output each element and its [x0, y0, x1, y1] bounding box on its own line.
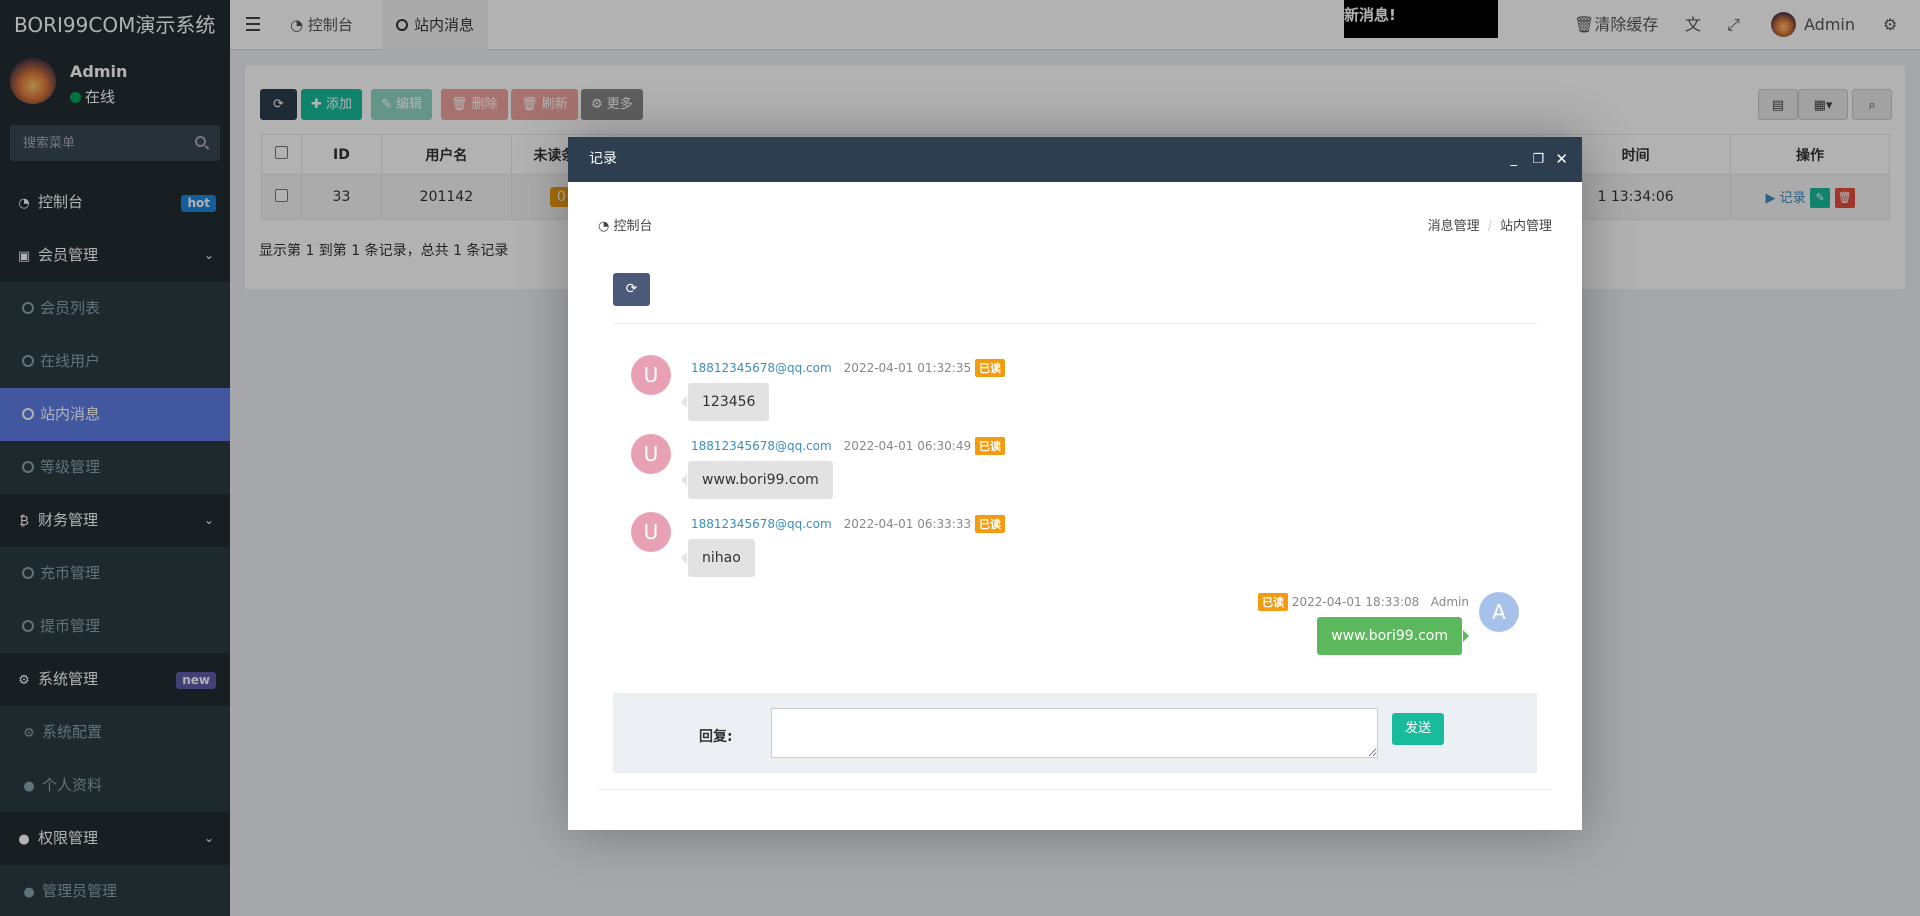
message-meta: 已读 2022-04-01 18:33:08 Admin [1258, 593, 1469, 611]
send-button[interactable]: 发送 [1392, 713, 1444, 745]
message-time: 2022-04-01 01:32:35 [843, 361, 972, 375]
read-badge: 已读 [974, 515, 1005, 533]
record-modal: 记录 _ ❐ ✕ ◔ 控制台 消息管理 / 站内管理 ⟳ U 18812345678… [568, 137, 1582, 830]
sender-name: Admin [1430, 595, 1469, 609]
message-time: 2022-04-01 18:33:08 [1291, 595, 1420, 609]
breadcrumb-separator: / [1487, 219, 1492, 234]
reply-label: 回复: [699, 729, 733, 745]
breadcrumb-home[interactable]: ◔ 控制台 [598, 215, 653, 234]
message-bubble: www.bori99.com [1317, 617, 1469, 655]
maximize-icon[interactable]: ❐ [1532, 137, 1544, 182]
message-meta: 18812345678@qq.com 2022-04-01 01:32:35 已读 [691, 359, 1005, 377]
modal-title: 记录 [589, 151, 617, 167]
message-meta: 18812345678@qq.com 2022-04-01 06:33:33 已读 [691, 515, 1005, 533]
message-time: 2022-04-01 06:30:49 [843, 439, 972, 453]
minimize-icon[interactable]: _ [1511, 137, 1518, 182]
reply-form: 回复: 发送 [613, 693, 1537, 773]
breadcrumb: 消息管理 / 站内管理 [1428, 215, 1552, 234]
message-bubble: 123456 [680, 383, 770, 421]
reply-textarea[interactable] [771, 708, 1378, 758]
breadcrumb-home-label: 控制台 [613, 219, 653, 234]
read-badge: 已读 [974, 359, 1005, 377]
sender-email[interactable]: 18812345678@qq.com [691, 361, 832, 375]
sender-email[interactable]: 18812345678@qq.com [691, 439, 832, 453]
message-bubble: nihao [681, 539, 755, 577]
read-badge: 已读 [974, 437, 1005, 455]
divider [613, 323, 1537, 324]
breadcrumb-item: 站内管理 [1499, 219, 1552, 234]
message-time: 2022-04-01 06:33:33 [843, 517, 972, 531]
avatar: U [631, 512, 671, 552]
message-meta: 18812345678@qq.com 2022-04-01 06:30:49 已读 [691, 437, 1005, 455]
read-badge: 已读 [1258, 593, 1289, 611]
dashboard-icon: ◔ [598, 219, 614, 234]
modal-header: 记录 _ ❐ ✕ [568, 137, 1582, 182]
modal-refresh-button[interactable]: ⟳ [613, 273, 650, 306]
refresh-icon: ⟳ [625, 281, 638, 297]
close-icon[interactable]: ✕ [1555, 137, 1568, 182]
divider [598, 789, 1552, 790]
message-bubble: www.bori99.com [681, 461, 833, 499]
avatar: U [631, 434, 671, 474]
avatar: U [631, 355, 671, 395]
breadcrumb-item[interactable]: 消息管理 [1428, 219, 1480, 234]
avatar: A [1479, 592, 1519, 632]
sender-email[interactable]: 18812345678@qq.com [691, 517, 832, 531]
